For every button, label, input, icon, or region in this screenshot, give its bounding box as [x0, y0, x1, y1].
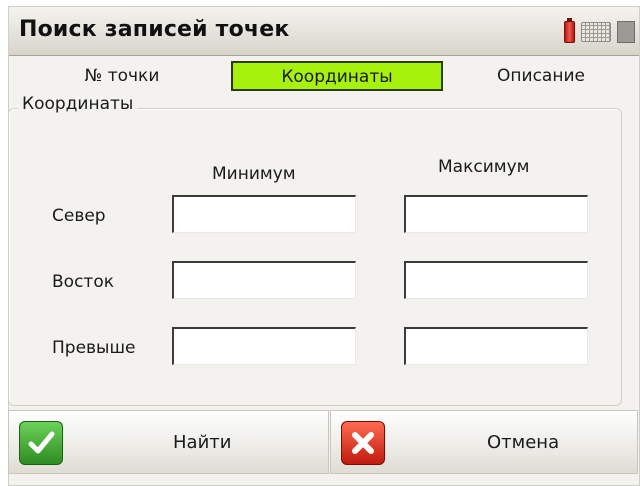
keyboard-icon[interactable]	[581, 22, 611, 42]
find-button[interactable]: Найти	[8, 410, 329, 474]
east-label: Восток	[52, 272, 114, 292]
tab-coordinates[interactable]: Координаты	[231, 61, 443, 91]
north-label: Север	[52, 206, 106, 226]
groupbox-legend: Координаты	[18, 94, 138, 114]
cancel-button[interactable]: Отмена	[330, 410, 638, 474]
title-bar: Поиск записей точек	[9, 7, 639, 56]
north-max-input[interactable]	[404, 195, 588, 233]
system-tray	[564, 18, 635, 43]
east-min-input[interactable]	[172, 261, 356, 299]
elevation-label: Превыше	[52, 338, 136, 358]
close-icon	[341, 421, 385, 465]
tab-description[interactable]: Описание	[447, 61, 635, 91]
elevation-max-input[interactable]	[404, 327, 588, 365]
minimum-header: Минимум	[212, 164, 296, 184]
checkmark-icon	[19, 421, 63, 465]
tab-bar: № точки Координаты Описание	[9, 57, 639, 97]
battery-icon[interactable]	[564, 18, 575, 43]
window-title: Поиск записей точек	[19, 17, 290, 42]
north-min-input[interactable]	[172, 195, 356, 233]
elevation-min-input[interactable]	[172, 327, 356, 365]
network-icon[interactable]	[617, 21, 635, 43]
find-button-label: Найти	[173, 432, 232, 453]
tab-point-number[interactable]: № точки	[13, 61, 231, 91]
cancel-button-label: Отмена	[487, 432, 560, 453]
maximum-header: Максимум	[438, 157, 530, 177]
east-max-input[interactable]	[404, 261, 588, 299]
